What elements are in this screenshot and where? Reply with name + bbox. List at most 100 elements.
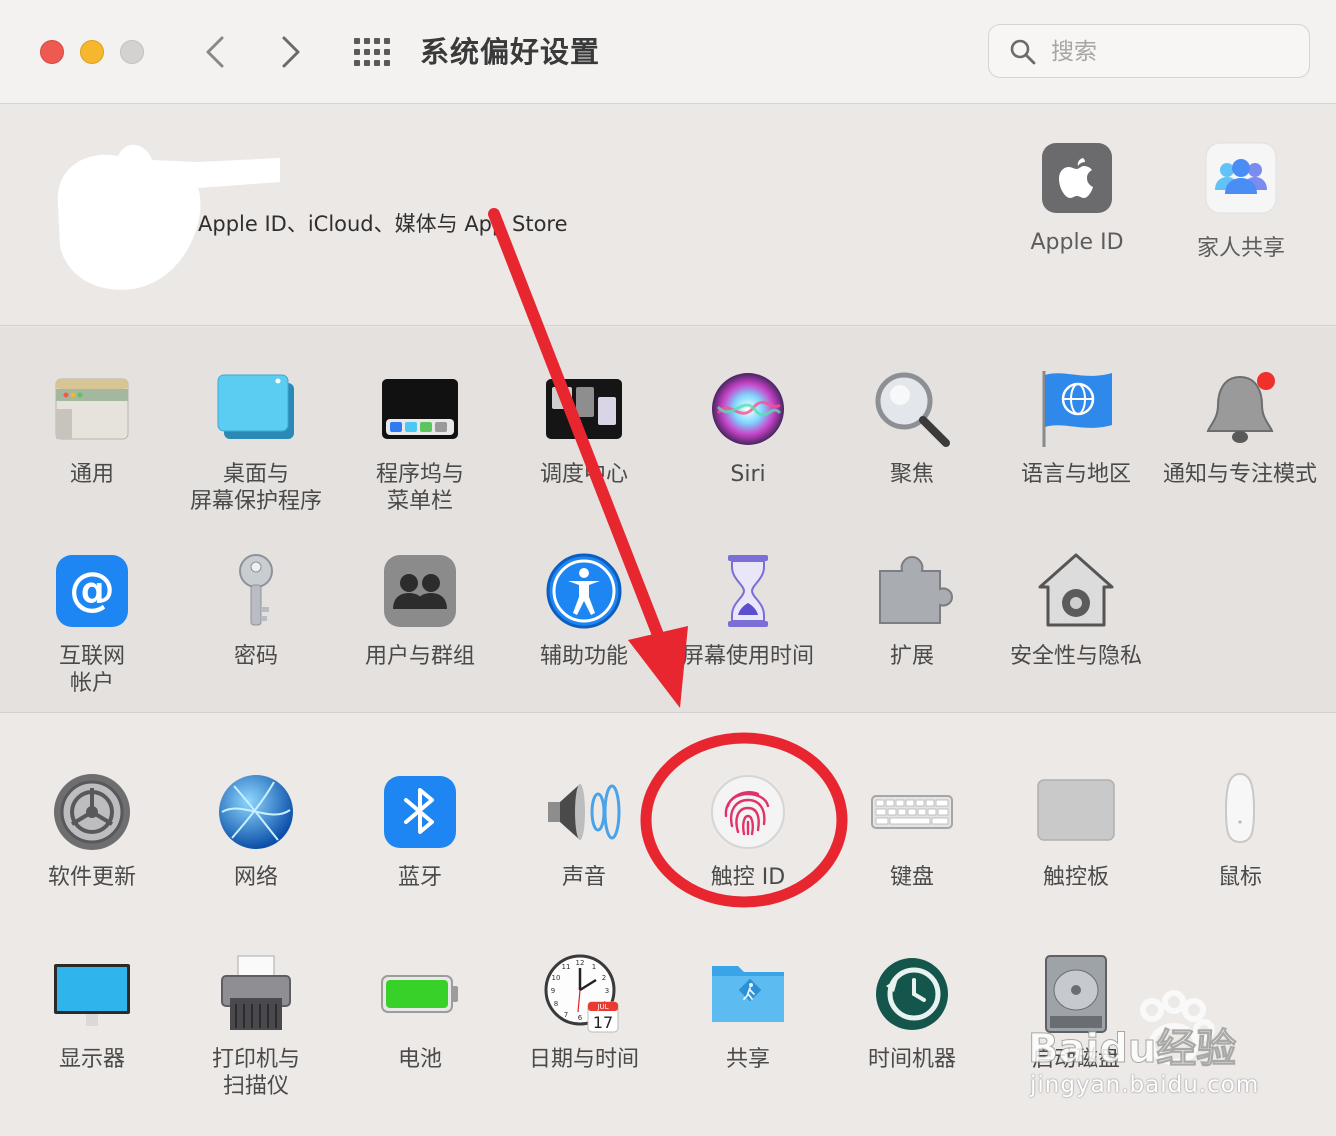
printer-icon: [221, 955, 291, 1030]
apple-id-label: Apple ID: [1030, 230, 1124, 255]
pane-network[interactable]: 网络: [174, 770, 338, 891]
pane-security-privacy[interactable]: 安全性与隐私: [994, 549, 1158, 670]
pane-spotlight-label: 聚焦: [889, 462, 934, 487]
at-sign-icon: @: [56, 555, 128, 627]
bluetooth-icon: [384, 776, 456, 848]
trackpad-icon: [1037, 779, 1115, 841]
pane-mouse[interactable]: 鼠标: [1158, 770, 1322, 891]
pane-sound[interactable]: 声音: [502, 770, 666, 891]
clock-calendar-icon: 12 1 2 3 4 5 6 7 8 9 10 11 JUL 17: [544, 954, 619, 1033]
window-toolbar: 系统偏好设置: [0, 0, 1336, 104]
search-field[interactable]: [988, 24, 1310, 78]
pane-users-label: 用户与群组: [364, 644, 475, 669]
pane-sharing[interactable]: 共享: [666, 952, 830, 1073]
pane-dock-menubar[interactable]: 程序坞与 菜单栏: [338, 367, 502, 515]
pane-date-time[interactable]: 12 1 2 3 4 5 6 7 8 9 10 11 JUL 17 日期与时间: [502, 952, 666, 1073]
svg-text:@: @: [69, 562, 115, 616]
accessibility-icon: [546, 553, 622, 629]
personal-prefs-section: 通用 桌面与 屏幕保护程序 程序坞与 菜单栏 调度中心 Siri 聚焦 语言与地…: [0, 327, 1336, 713]
language-flag-icon: [1042, 371, 1112, 447]
show-all-grid-icon[interactable]: [350, 34, 394, 70]
family-sharing-icon: [1205, 142, 1277, 214]
pane-security-label: 安全性与隐私: [1009, 644, 1142, 669]
pane-passwords[interactable]: 密码: [174, 549, 338, 670]
watermark-brand: Baidu经验: [1028, 1026, 1236, 1072]
pane-software-update[interactable]: 软件更新: [10, 770, 174, 891]
pane-time-machine[interactable]: 时间机器: [830, 952, 994, 1073]
pane-accessibility-label: 辅助功能: [539, 644, 628, 669]
pane-timemachine-label: 时间机器: [867, 1047, 956, 1072]
pane-touch-id[interactable]: 触控 ID: [666, 770, 830, 891]
pane-printers-scanners[interactable]: 打印机与 扫描仪: [174, 952, 338, 1100]
pane-users-groups[interactable]: 用户与群组: [338, 549, 502, 670]
pane-keyboard[interactable]: 键盘: [830, 770, 994, 891]
pane-displays-label: 显示器: [58, 1047, 125, 1072]
network-globe-icon: [219, 775, 293, 849]
family-sharing-pane[interactable]: 家人共享: [1166, 142, 1316, 262]
window-title: 系统偏好设置: [420, 35, 601, 69]
mission-control-icon: [546, 379, 622, 439]
apple-id-pane[interactable]: Apple ID: [1002, 142, 1152, 255]
forward-chevron-icon[interactable]: [272, 30, 312, 74]
pane-desktop-label: 桌面与 屏幕保护程序: [189, 462, 322, 514]
pane-internet-label: 互联网 帐户: [58, 644, 125, 696]
pane-internet-accounts[interactable]: @ 互联网 帐户: [10, 549, 174, 697]
pane-battery[interactable]: 电池: [338, 952, 502, 1073]
pane-bluetooth[interactable]: 蓝牙: [338, 770, 502, 891]
pane-mission-label: 调度中心: [539, 462, 628, 487]
gear-icon: [54, 774, 130, 850]
notification-bell-icon: [1206, 372, 1275, 443]
pane-language-label: 语言与地区: [1020, 462, 1131, 487]
time-machine-icon: [876, 958, 948, 1030]
pane-siri[interactable]: Siri: [666, 367, 830, 488]
pane-sound-label: 声音: [561, 865, 606, 890]
pane-general-label: 通用: [69, 462, 114, 487]
minimize-window-button[interactable]: [80, 40, 104, 64]
zoom-window-button[interactable]: [120, 40, 144, 64]
clock-numeral-10: 10: [552, 974, 561, 982]
calendar-day: 17: [593, 1013, 613, 1032]
pane-displays[interactable]: 显示器: [10, 952, 174, 1073]
pane-extensions[interactable]: 扩展: [830, 549, 994, 670]
pane-sharing-label: 共享: [725, 1047, 770, 1072]
pane-language-region[interactable]: 语言与地区: [994, 367, 1158, 488]
pane-battery-label: 电池: [397, 1047, 442, 1072]
pane-general[interactable]: 通用: [10, 367, 174, 488]
pane-notifications-focus[interactable]: 通知与专注模式: [1158, 367, 1322, 488]
pane-desktop-screensaver[interactable]: 桌面与 屏幕保护程序: [174, 367, 338, 515]
pane-touchid-label: 触控 ID: [710, 865, 786, 890]
pane-printers-label: 打印机与 扫描仪: [211, 1047, 300, 1099]
pane-keyboard-label: 键盘: [889, 865, 934, 890]
spotlight-magnifier-icon: [875, 372, 950, 447]
pane-network-label: 网络: [233, 865, 278, 890]
pane-mission-control[interactable]: 调度中心: [502, 367, 666, 488]
pane-spotlight[interactable]: 聚焦: [830, 367, 994, 488]
search-input[interactable]: [1049, 33, 1293, 71]
pane-update-label: 软件更新: [47, 865, 136, 890]
pane-extensions-label: 扩展: [889, 644, 934, 669]
pane-trackpad-label: 触控板: [1042, 865, 1109, 890]
pane-passwords-label: 密码: [233, 644, 278, 669]
clock-numeral-12: 12: [576, 959, 585, 967]
pane-dock-label: 程序坞与 菜单栏: [375, 462, 464, 514]
desktop-screensaver-icon: [217, 374, 294, 439]
puzzle-piece-icon: [879, 555, 954, 624]
pane-datetime-label: 日期与时间: [528, 1047, 639, 1072]
account-section: Apple ID、iCloud、媒体与 App Store Apple ID 家…: [0, 104, 1336, 326]
pane-notifications-label: 通知与专注模式: [1162, 462, 1317, 487]
account-subtitle: Apple ID、iCloud、媒体与 App Store: [198, 212, 568, 236]
close-window-button[interactable]: [40, 40, 64, 64]
display-monitor-icon: [54, 964, 130, 1026]
clock-numeral-1: 1: [592, 963, 596, 971]
pane-screen-time[interactable]: 屏幕使用时间: [666, 549, 830, 670]
pane-screentime-label: 屏幕使用时间: [681, 644, 814, 669]
speaker-icon: [548, 784, 621, 840]
back-chevron-icon[interactable]: [196, 30, 236, 74]
mouse-icon: [1224, 772, 1256, 844]
users-group-icon: [384, 555, 456, 627]
pane-accessibility[interactable]: 辅助功能: [502, 549, 666, 670]
pane-trackpad[interactable]: 触控板: [994, 770, 1158, 891]
dock-menubar-icon: [382, 379, 458, 439]
general-icon: [55, 378, 129, 440]
key-icon: [239, 554, 273, 626]
